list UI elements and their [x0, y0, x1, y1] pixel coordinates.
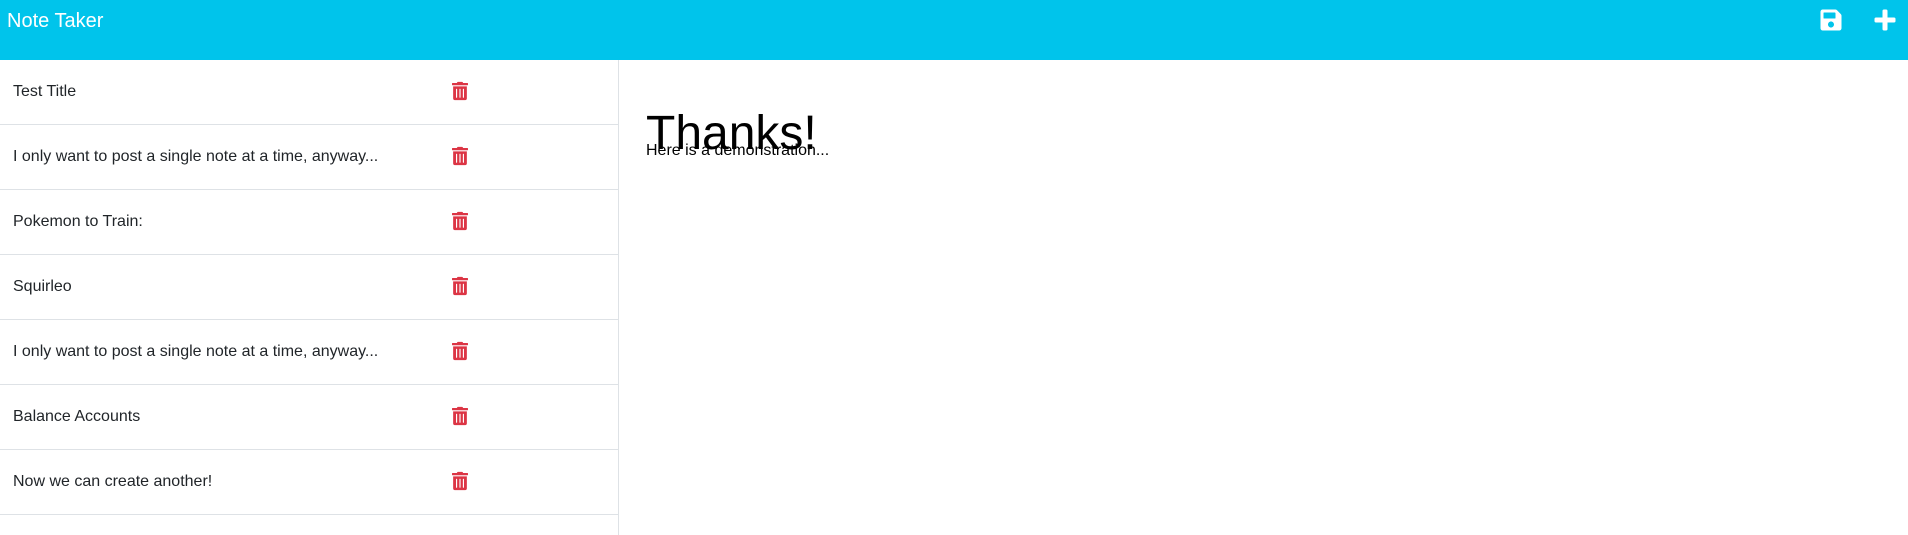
- trash-icon[interactable]: [452, 276, 468, 296]
- app-title[interactable]: Note Taker: [7, 9, 103, 33]
- note-editor: Thanks! Here is a demonstration...: [620, 60, 1908, 535]
- note-list-item[interactable]: Squirleo: [0, 255, 618, 320]
- note-list-item[interactable]: Test Title: [0, 60, 618, 125]
- plus-icon[interactable]: [1873, 8, 1897, 32]
- trash-icon[interactable]: [452, 211, 468, 231]
- note-list-item-title: I only want to post a single note at a t…: [13, 343, 379, 360]
- trash-icon[interactable]: [452, 471, 468, 491]
- trash-icon[interactable]: [452, 341, 468, 361]
- note-list-item[interactable]: I only want to post a single note at a t…: [0, 125, 618, 190]
- note-list-item-title: Pokemon to Train:: [13, 213, 143, 230]
- note-list-item[interactable]: Now we can create another!: [0, 450, 618, 515]
- save-icon[interactable]: [1819, 8, 1843, 32]
- note-list-item-title: Squirleo: [13, 278, 72, 295]
- note-text-field[interactable]: Here is a demonstration...: [646, 141, 829, 161]
- trash-icon[interactable]: [452, 406, 468, 426]
- note-list-item-title: I only want to post a single note at a t…: [13, 148, 379, 165]
- note-list: Test Title I only want to post a single n…: [0, 60, 618, 515]
- note-list-item-title: Balance Accounts: [13, 408, 141, 425]
- trash-icon[interactable]: [452, 146, 468, 166]
- note-list-item[interactable]: I only want to post a single note at a t…: [0, 320, 618, 385]
- note-list-item-title: Now we can create another!: [13, 473, 213, 490]
- note-list-item[interactable]: Pokemon to Train:: [0, 190, 618, 255]
- note-list-item-title: Test Title: [13, 83, 77, 100]
- note-list-item[interactable]: Balance Accounts: [0, 385, 618, 450]
- note-list-panel: Test Title I only want to post a single n…: [0, 60, 619, 535]
- trash-icon[interactable]: [452, 81, 468, 101]
- navbar: Note Taker: [0, 0, 1908, 60]
